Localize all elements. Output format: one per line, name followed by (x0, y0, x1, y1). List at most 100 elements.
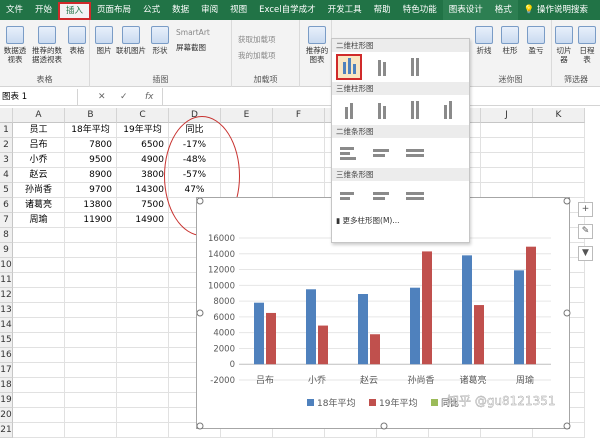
tab-insert[interactable]: 插入 (58, 2, 92, 20)
column-header-f[interactable]: F (273, 108, 325, 123)
row-header-18[interactable]: 18 (0, 378, 13, 393)
cell-c16[interactable] (117, 348, 169, 363)
cell-c20[interactable] (117, 408, 169, 423)
column-header-c[interactable]: C (117, 108, 169, 123)
chart-filters-button[interactable]: ▼ (578, 246, 593, 261)
tab-view[interactable]: 视图 (224, 0, 253, 20)
cell-a11[interactable] (13, 273, 65, 288)
cell-b18[interactable] (65, 378, 117, 393)
tab-page-layout[interactable]: 页面布局 (91, 0, 137, 20)
cell-c12[interactable] (117, 288, 169, 303)
3d-percent-stacked-column-option[interactable] (402, 97, 428, 123)
cell-f4[interactable] (273, 168, 325, 183)
cell-f1[interactable] (273, 123, 325, 138)
row-header-1[interactable]: 1 (0, 123, 13, 138)
3d-stacked-bar-option[interactable] (369, 183, 395, 209)
cell-a9[interactable] (13, 243, 65, 258)
cell-c18[interactable] (117, 378, 169, 393)
cell-a19[interactable] (13, 393, 65, 408)
tab-format[interactable]: 格式 (488, 0, 518, 20)
cell-c5[interactable]: 14300 (117, 183, 169, 198)
tab-excel-self-study[interactable]: Excel自学成才 (253, 0, 322, 20)
row-header-6[interactable]: 6 (0, 198, 13, 213)
row-header-5[interactable]: 5 (0, 183, 13, 198)
tab-home[interactable]: 开始 (29, 0, 58, 20)
cell-j3[interactable] (481, 153, 533, 168)
row-header-14[interactable]: 14 (0, 318, 13, 333)
3d-clustered-column-option[interactable] (336, 97, 362, 123)
screenshot-button[interactable]: 屏幕截图 (176, 42, 206, 53)
tab-formulas[interactable]: 公式 (137, 0, 166, 20)
cell-b1[interactable]: 18年平均 (65, 123, 117, 138)
recommended-charts-button[interactable]: 推荐的图表 (304, 26, 330, 64)
row-header-21[interactable]: 21 (0, 423, 13, 438)
cell-c7[interactable]: 14900 (117, 213, 169, 228)
3d-stacked-column-option[interactable] (369, 97, 395, 123)
cell-c19[interactable] (117, 393, 169, 408)
sparkline-line-button[interactable]: 折线 (472, 26, 496, 55)
enter-icon[interactable]: ✓ (120, 89, 128, 105)
recommended-pivot-button[interactable]: 推荐的数据透视表 (30, 26, 64, 64)
stacked-bar-option[interactable] (369, 140, 395, 166)
timeline-button[interactable]: 日程表 (576, 26, 598, 64)
sparkline-column-button[interactable]: 柱形 (498, 26, 522, 55)
cell-b20[interactable] (65, 408, 117, 423)
cell-k1[interactable] (533, 123, 585, 138)
tell-me-search[interactable]: 💡 操作说明搜索 (518, 0, 594, 20)
tab-review[interactable]: 审阅 (195, 0, 224, 20)
cell-a2[interactable]: 吕布 (13, 138, 65, 153)
cell-c1[interactable]: 19年平均 (117, 123, 169, 138)
cell-a5[interactable]: 孙尚香 (13, 183, 65, 198)
cell-a18[interactable] (13, 378, 65, 393)
slicer-button[interactable]: 切片器 (553, 26, 575, 64)
row-header-13[interactable]: 13 (0, 303, 13, 318)
cell-b11[interactable] (65, 273, 117, 288)
row-header-9[interactable]: 9 (0, 243, 13, 258)
cell-b8[interactable] (65, 228, 117, 243)
cell-a14[interactable] (13, 318, 65, 333)
cell-b13[interactable] (65, 303, 117, 318)
column-header-a[interactable]: A (13, 108, 65, 123)
cell-j4[interactable] (481, 168, 533, 183)
cell-b4[interactable]: 8900 (65, 168, 117, 183)
cell-c15[interactable] (117, 333, 169, 348)
cell-c9[interactable] (117, 243, 169, 258)
row-header-20[interactable]: 20 (0, 408, 13, 423)
cell-a16[interactable] (13, 348, 65, 363)
cell-b12[interactable] (65, 288, 117, 303)
cell-c8[interactable] (117, 228, 169, 243)
tab-file[interactable]: 文件 (0, 0, 29, 20)
cell-a21[interactable] (13, 423, 65, 438)
column-header-k[interactable]: K (533, 108, 585, 123)
cell-f5[interactable] (273, 183, 325, 198)
cell-b19[interactable] (65, 393, 117, 408)
tab-developer[interactable]: 开发工具 (322, 0, 368, 20)
cell-c14[interactable] (117, 318, 169, 333)
cell-k2[interactable] (533, 138, 585, 153)
stacked-column-option[interactable] (369, 54, 395, 80)
chart-styles-button[interactable]: ✎ (578, 224, 593, 239)
row-header-3[interactable]: 3 (0, 153, 13, 168)
smartart-button[interactable]: SmartArt (176, 28, 210, 37)
cell-k5[interactable] (533, 183, 585, 198)
percent-stacked-bar-option[interactable] (402, 140, 428, 166)
cell-c3[interactable]: 4900 (117, 153, 169, 168)
3d-percent-stacked-bar-option[interactable] (402, 183, 428, 209)
sparkline-winloss-button[interactable]: 盈亏 (524, 26, 548, 55)
column-header-e[interactable]: E (221, 108, 273, 123)
cell-b10[interactable] (65, 258, 117, 273)
cell-b21[interactable] (65, 423, 117, 438)
my-addins-button[interactable]: 我的加载项 (238, 50, 276, 61)
cell-a15[interactable] (13, 333, 65, 348)
cell-a3[interactable]: 小乔 (13, 153, 65, 168)
row-header-15[interactable]: 15 (0, 333, 13, 348)
cell-a6[interactable]: 诸葛亮 (13, 198, 65, 213)
cell-a8[interactable] (13, 228, 65, 243)
cell-k4[interactable] (533, 168, 585, 183)
cell-a20[interactable] (13, 408, 65, 423)
tab-features[interactable]: 特色功能 (397, 0, 443, 20)
cell-b9[interactable] (65, 243, 117, 258)
row-header-10[interactable]: 10 (0, 258, 13, 273)
row-header-12[interactable]: 12 (0, 288, 13, 303)
cell-f2[interactable] (273, 138, 325, 153)
